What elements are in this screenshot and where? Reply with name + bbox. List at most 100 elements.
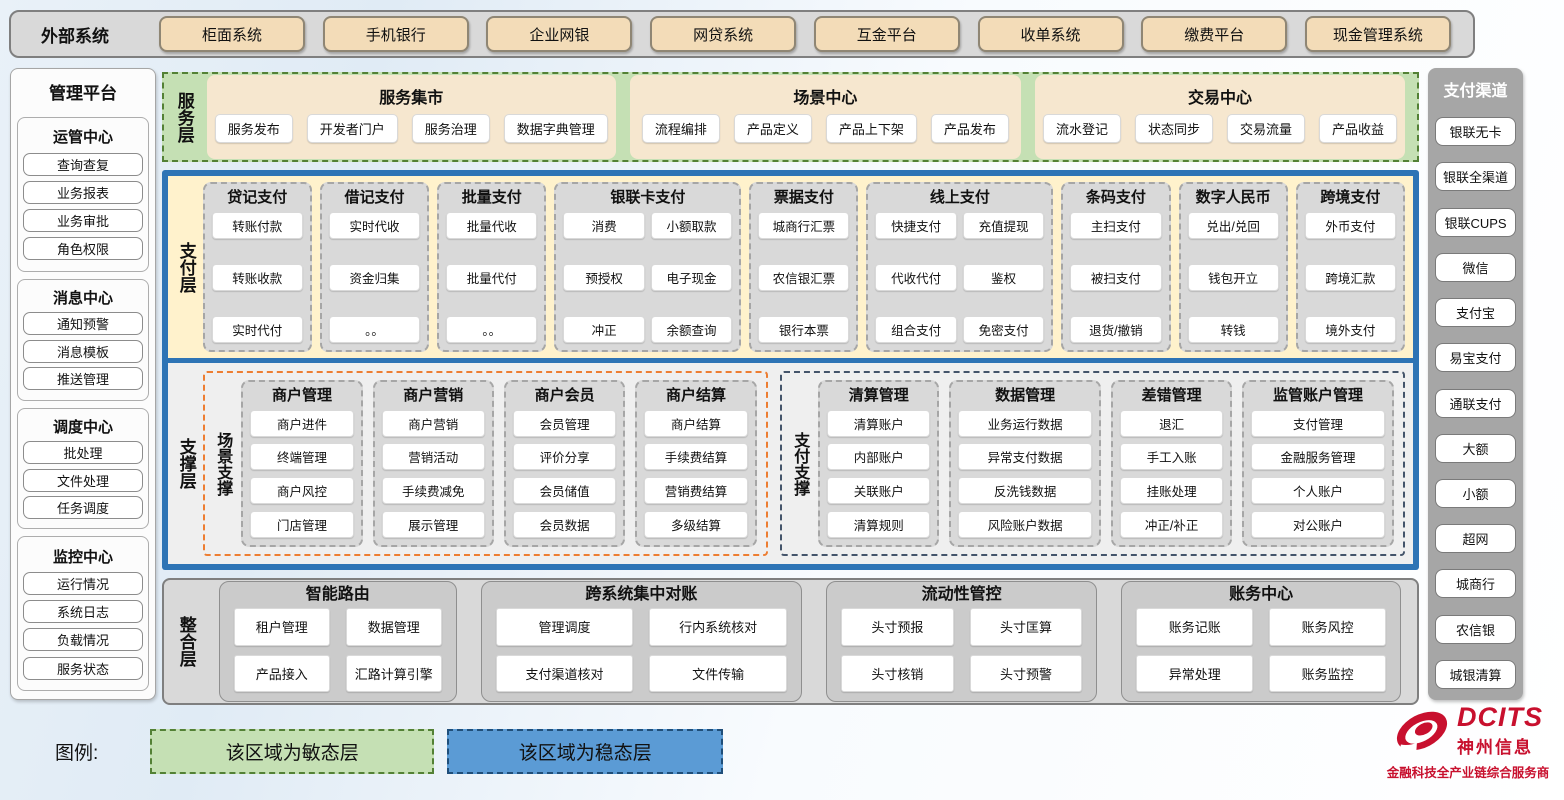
integration-panel: 流动性管控 头寸预报 头寸匡算 头寸核销 头寸预警: [826, 581, 1097, 702]
column-title: 借记支付: [329, 190, 420, 207]
module-box: 服务状态: [23, 657, 143, 680]
channel-box: 城银清算: [1435, 660, 1516, 689]
module-box: 余额查询: [651, 316, 732, 343]
module-box: 异常支付数据: [958, 443, 1092, 470]
channel-box: 超网: [1435, 524, 1516, 553]
integration-panel-title: 账务中心: [1229, 587, 1293, 603]
external-system-box: 网贷系统: [650, 16, 796, 52]
external-system-box: 现金管理系统: [1305, 16, 1451, 52]
service-panel-title: 交易中心: [1188, 91, 1252, 107]
column-title: 商户结算: [644, 388, 747, 405]
module-box: 转账付款: [212, 212, 303, 239]
channel-box: 城商行: [1435, 569, 1516, 598]
channel-box: 通联支付: [1435, 389, 1516, 418]
dcits-swirl-icon: [1393, 705, 1451, 757]
module-box: 鉴权: [963, 264, 1044, 291]
support-layer-band: 支撑层 场景支撑 商户管理 商户进件 终端管理 商户风控 门店管理 商户营销 商…: [168, 363, 1413, 564]
service-panel: 场景中心 流程编排 产品定义 产品上下架 产品发布: [630, 75, 1021, 159]
payment-column: 条码支付 主扫支付 被扫支付 退货/撤销: [1061, 182, 1170, 352]
legend-label: 图例:: [55, 738, 98, 765]
column-title: 商户营销: [382, 388, 485, 405]
support-column: 清算管理 清算账户 内部账户 关联账户 清算规则: [818, 380, 939, 547]
scene-support-label: 场景支撑: [214, 432, 232, 496]
integration-panel: 账务中心 账务记账 账务风控 异常处理 账务监控: [1121, 581, 1401, 702]
module-box: 手工入账: [1120, 443, 1223, 470]
service-panel: 服务集市 服务发布 开发者门户 服务治理 数据字典管理: [207, 75, 616, 159]
module-box: 农信银汇票: [758, 264, 849, 291]
channel-box: 大额: [1435, 434, 1516, 463]
column-title: 数据管理: [958, 388, 1092, 405]
dcits-logo: DCITS 神州信息 金融科技全产业链综合服务商: [1378, 704, 1558, 781]
module-box: 预授权: [563, 264, 644, 291]
module-box: 系统日志: [23, 600, 143, 623]
module-box: 商户风控: [250, 477, 353, 504]
column-title: 条码支付: [1070, 190, 1161, 207]
module-box: 产品接入: [234, 655, 330, 693]
module-box: 清算账户: [827, 410, 930, 437]
payment-layer-band: 支付层 贷记支付 转账付款 转账收款 实时代付 借记支付 实时代收 资金归集 。…: [168, 176, 1413, 358]
payment-column: 借记支付 实时代收 资金归集 。。: [320, 182, 429, 352]
integration-panel-title: 跨系统集中对账: [585, 587, 697, 603]
module-box: 通知预警: [23, 312, 143, 335]
support-column: 商户营销 商户营销 营销活动 手续费减免 展示管理: [373, 380, 494, 547]
module-box: 商户结算: [644, 410, 747, 437]
module-box: 服务治理: [412, 114, 490, 143]
support-column: 监管账户管理 支付管理 金融服务管理 个人账户 对公账户: [1242, 380, 1394, 547]
support-layer-label: 支撑层: [176, 438, 195, 489]
module-box: 批量代收: [446, 212, 537, 239]
module-box: 推送管理: [23, 367, 143, 390]
channel-box: 支付宝: [1435, 298, 1516, 327]
logo-company-text: 神州信息: [1457, 733, 1533, 758]
payment-column: 跨境支付 外币支付 跨境汇款 境外支付: [1296, 182, 1405, 352]
module-box: 任务调度: [23, 496, 143, 519]
module-box: 冲正: [563, 316, 644, 343]
module-box: 数据管理: [346, 608, 442, 646]
module-box: 异常处理: [1136, 655, 1253, 693]
integration-panel: 跨系统集中对账 管理调度 行内系统核对 支付渠道核对 文件传输: [481, 581, 802, 702]
channel-box: 银联无卡: [1435, 117, 1516, 146]
module-box: 手续费减免: [382, 477, 485, 504]
module-box: 行内系统核对: [649, 608, 787, 646]
management-platform-title: 管理平台: [17, 73, 149, 110]
service-layer-band: 服务层 服务集市 服务发布 开发者门户 服务治理 数据字典管理 场景中心 流程编…: [162, 72, 1419, 162]
module-box: 头寸匡算: [970, 608, 1083, 646]
external-system-box: 柜面系统: [159, 16, 305, 52]
channel-box: 农信银: [1435, 615, 1516, 644]
management-group: 监控中心 运行情况 系统日志 负载情况 服务状态: [17, 536, 149, 691]
payment-column: 银联卡支付 消费 小额取款 预授权 电子现金 冲正 余额查询: [554, 182, 741, 352]
module-box: 文件处理: [23, 469, 143, 492]
external-system-box: 手机银行: [323, 16, 469, 52]
payment-layer-label: 支付层: [176, 242, 195, 293]
module-box: 角色权限: [23, 237, 143, 260]
module-box: 负载情况: [23, 628, 143, 651]
management-group-title: 监控中心: [23, 546, 143, 567]
module-box: 境外支付: [1305, 316, 1396, 343]
external-system-box: 企业网银: [486, 16, 632, 52]
column-title: 批量支付: [446, 190, 537, 207]
module-box: 租户管理: [234, 608, 330, 646]
module-box: 商户营销: [382, 410, 485, 437]
stable-layer-container: 支付层 贷记支付 转账付款 转账收款 实时代付 借记支付 实时代收 资金归集 。…: [162, 170, 1419, 570]
column-title: 跨境支付: [1305, 190, 1396, 207]
module-box: 转账收款: [212, 264, 303, 291]
column-title: 商户管理: [250, 388, 353, 405]
module-box: 免密支付: [963, 316, 1044, 343]
column-title: 商户会员: [513, 388, 616, 405]
external-system-box: 互金平台: [814, 16, 960, 52]
module-box: 。。: [329, 316, 420, 343]
service-panel-title: 服务集市: [379, 91, 443, 107]
module-box: 会员储值: [513, 477, 616, 504]
module-box: 兑出/兑回: [1188, 212, 1279, 239]
channel-box: 易宝支付: [1435, 343, 1516, 372]
integration-panel-title: 智能路由: [306, 587, 370, 603]
support-column: 数据管理 业务运行数据 异常支付数据 反洗钱数据 风险账户数据: [949, 380, 1101, 547]
management-platform-panel: 管理平台 运管中心 查询查复 业务报表 业务审批 角色权限 消息中心 通知预警 …: [10, 68, 156, 700]
external-system-box: 收单系统: [978, 16, 1124, 52]
module-box: 实时代付: [212, 316, 303, 343]
column-title: 贷记支付: [212, 190, 303, 207]
module-box: 风险账户数据: [958, 511, 1092, 538]
module-box: 流水登记: [1043, 114, 1121, 143]
column-title: 数字人民币: [1188, 190, 1279, 207]
module-box: 实时代收: [329, 212, 420, 239]
module-box: 消费: [563, 212, 644, 239]
